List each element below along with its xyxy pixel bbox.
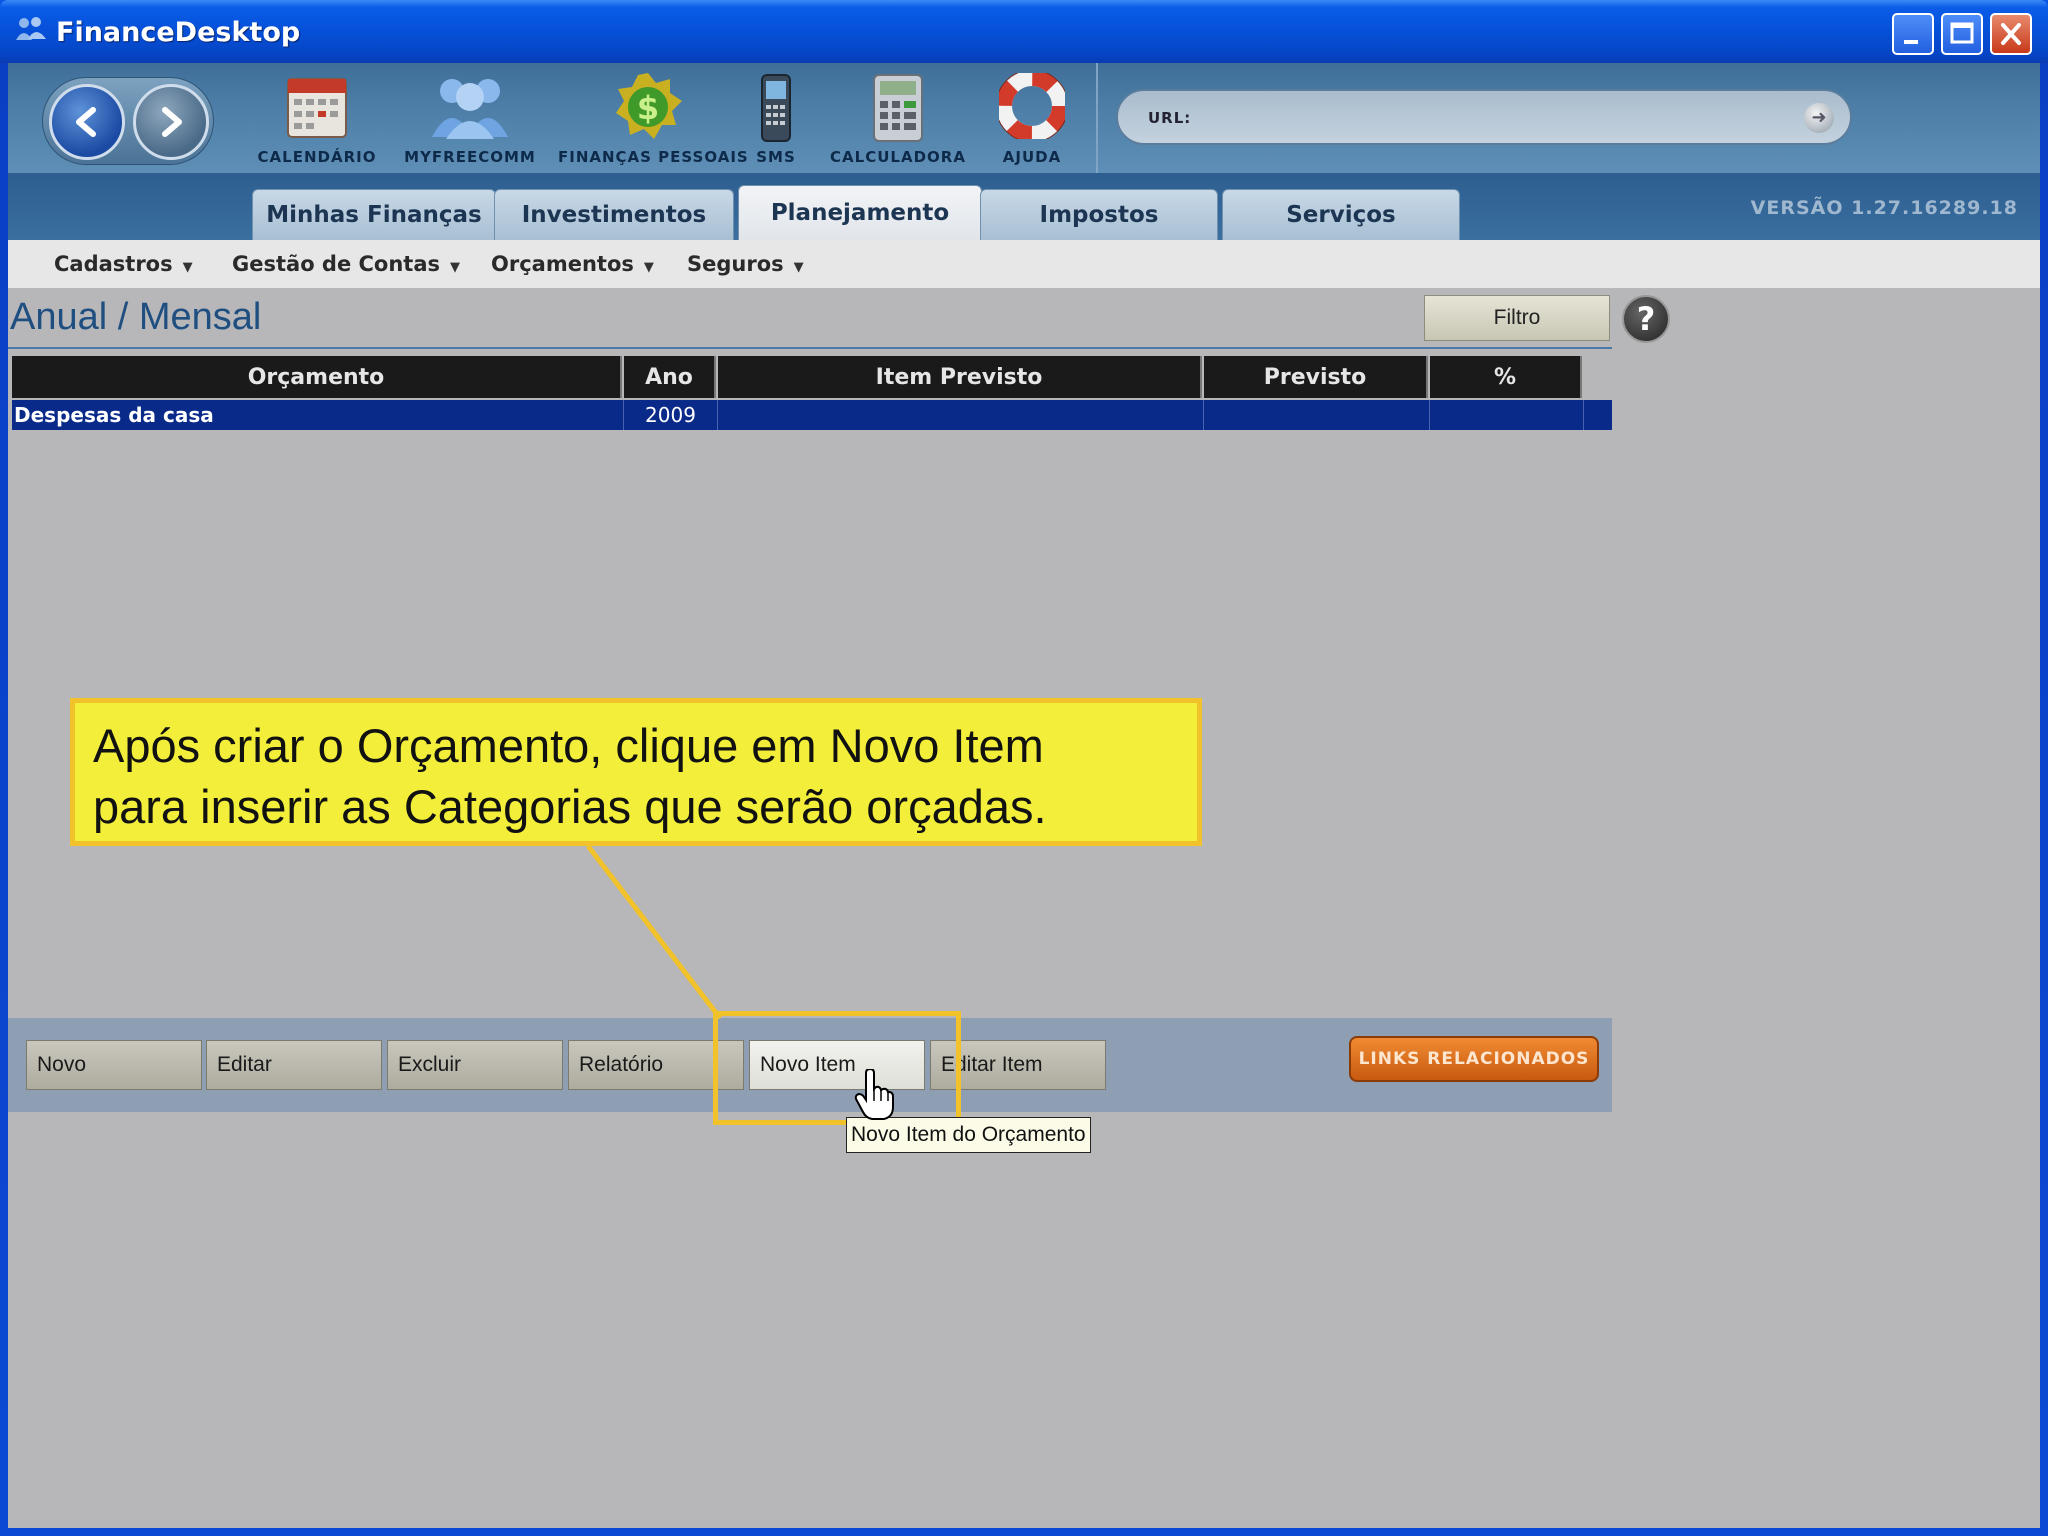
- version-label: VERSÃO 1.27.16289.18: [1750, 197, 2018, 219]
- toolbar-label: CALENDÁRIO: [257, 148, 377, 166]
- title-divider: [8, 347, 1612, 349]
- minimize-icon: [1904, 40, 1918, 44]
- maximize-icon: [1950, 22, 1974, 44]
- client-area: CALENDÁRIO MYFREECOMM $ FINANÇAS PESSOAI…: [8, 63, 2040, 1528]
- cell-orcamento: Despesas da casa: [12, 400, 624, 430]
- toolbar-ajuda-button[interactable]: AJUDA: [992, 73, 1072, 169]
- submenu-seguros[interactable]: Seguros ▼: [687, 252, 804, 276]
- app-people-icon: [16, 17, 46, 40]
- callout-line-1: Após criar o Orçamento, clique em Novo I…: [93, 719, 1044, 772]
- window-title: FinanceDesktop: [56, 17, 301, 48]
- submenu-cadastros[interactable]: Cadastros ▼: [54, 252, 193, 276]
- maximize-button[interactable]: [1941, 13, 1983, 55]
- svg-text:$: $: [637, 89, 659, 127]
- calendar-icon: [287, 78, 347, 138]
- column-header-percent[interactable]: %: [1430, 356, 1582, 398]
- cell-ano: 2009: [624, 400, 718, 430]
- go-arrow-icon[interactable]: ➜: [1804, 103, 1834, 133]
- main-toolbar: CALENDÁRIO MYFREECOMM $ FINANÇAS PESSOAI…: [8, 63, 2040, 173]
- caret-down-icon: ▼: [643, 260, 654, 275]
- submenu-label: Cadastros: [54, 252, 173, 276]
- caret-down-icon: ▼: [450, 260, 461, 275]
- lifebuoy-icon: [999, 73, 1065, 139]
- toolbar-label: CALCULADORA: [830, 148, 966, 166]
- money-seal-icon: $: [616, 73, 682, 139]
- links-relacionados-button[interactable]: LINKS RELACIONADOS: [1349, 1036, 1599, 1082]
- toolbar-divider: [1096, 63, 1098, 173]
- app-window: FinanceDesktop CALENDÁRIO MYFREECOMM $ F…: [0, 0, 2048, 1536]
- navigation-controls: [42, 77, 214, 165]
- calculator-icon: [873, 74, 923, 142]
- toolbar-label: AJUDA: [1002, 148, 1062, 166]
- tab-investimentos[interactable]: Investimentos: [494, 189, 734, 240]
- toolbar-label: MYFREECOMM: [404, 148, 536, 166]
- caret-down-icon: ▼: [182, 260, 193, 275]
- url-label: URL:: [1148, 109, 1192, 127]
- cell-previsto: [1204, 400, 1430, 430]
- toolbar-label: FINANÇAS PESSOAIS: [558, 148, 749, 166]
- toolbar-myfreecomm-button[interactable]: MYFREECOMM: [400, 73, 540, 169]
- toolbar-sms-button[interactable]: SMS: [748, 73, 804, 169]
- callout-text: Após criar o Orçamento, clique em Novo I…: [93, 715, 1179, 837]
- cell-percent: [1430, 400, 1584, 430]
- page-title: Anual / Mensal: [10, 296, 262, 338]
- back-button[interactable]: [49, 84, 125, 160]
- toolbar-financas-pessoais-button[interactable]: $ FINANÇAS PESSOAIS: [558, 73, 749, 169]
- table-row[interactable]: Despesas da casa 2009: [12, 400, 1612, 430]
- forward-button[interactable]: [133, 84, 209, 160]
- submenu-bar: Cadastros ▼ Gestão de Contas ▼ Orçamentos ▼…: [8, 240, 2040, 288]
- hand-cursor-icon: [854, 1069, 894, 1120]
- tab-minhas-financas[interactable]: Minhas Finanças: [252, 189, 496, 240]
- tab-servicos[interactable]: Serviços: [1222, 189, 1460, 240]
- close-button[interactable]: [1990, 13, 2032, 55]
- tab-impostos[interactable]: Impostos: [980, 189, 1218, 240]
- close-icon: [2001, 23, 2021, 45]
- toolbar-calculadora-button[interactable]: CALCULADORA: [826, 73, 970, 169]
- chevron-right-icon: [162, 107, 182, 137]
- url-input[interactable]: URL: ➜: [1116, 89, 1852, 145]
- caret-down-icon: ▼: [793, 260, 804, 275]
- filter-button[interactable]: Filtro: [1424, 295, 1610, 341]
- toolbar-calendar-button[interactable]: CALENDÁRIO: [252, 73, 382, 169]
- tooltip: Novo Item do Orçamento: [846, 1117, 1091, 1153]
- toolbar-label: SMS: [756, 148, 796, 166]
- column-header-ano[interactable]: Ano: [624, 356, 716, 398]
- people-icon: [432, 79, 508, 139]
- cell-item-previsto: [718, 400, 1204, 430]
- column-header-previsto[interactable]: Previsto: [1204, 356, 1428, 398]
- minimize-button[interactable]: [1892, 13, 1934, 55]
- chevron-left-icon: [76, 107, 96, 137]
- submenu-gestao-de-contas[interactable]: Gestão de Contas ▼: [232, 252, 460, 276]
- help-icon[interactable]: ?: [1622, 295, 1670, 343]
- submenu-label: Orçamentos: [491, 252, 634, 276]
- tab-bar: Minhas Finanças Investimentos Planejamen…: [8, 173, 2040, 240]
- column-header-orcamento[interactable]: Orçamento: [12, 356, 622, 398]
- callout-line-2: para inserir as Categorias que serão orç…: [93, 780, 1047, 833]
- tab-planejamento[interactable]: Planejamento: [738, 185, 982, 240]
- title-bar[interactable]: FinanceDesktop: [0, 0, 2048, 63]
- highlight-frame: [713, 1011, 961, 1125]
- submenu-orcamentos[interactable]: Orçamentos ▼: [491, 252, 654, 276]
- callout-box: Após criar o Orçamento, clique em Novo I…: [70, 698, 1202, 846]
- excluir-button[interactable]: Excluir: [387, 1040, 563, 1090]
- cellphone-icon: [761, 74, 791, 142]
- submenu-label: Gestão de Contas: [232, 252, 441, 276]
- column-header-item-previsto[interactable]: Item Previsto: [718, 356, 1202, 398]
- novo-button[interactable]: Novo: [26, 1040, 202, 1090]
- submenu-label: Seguros: [687, 252, 784, 276]
- editar-button[interactable]: Editar: [206, 1040, 382, 1090]
